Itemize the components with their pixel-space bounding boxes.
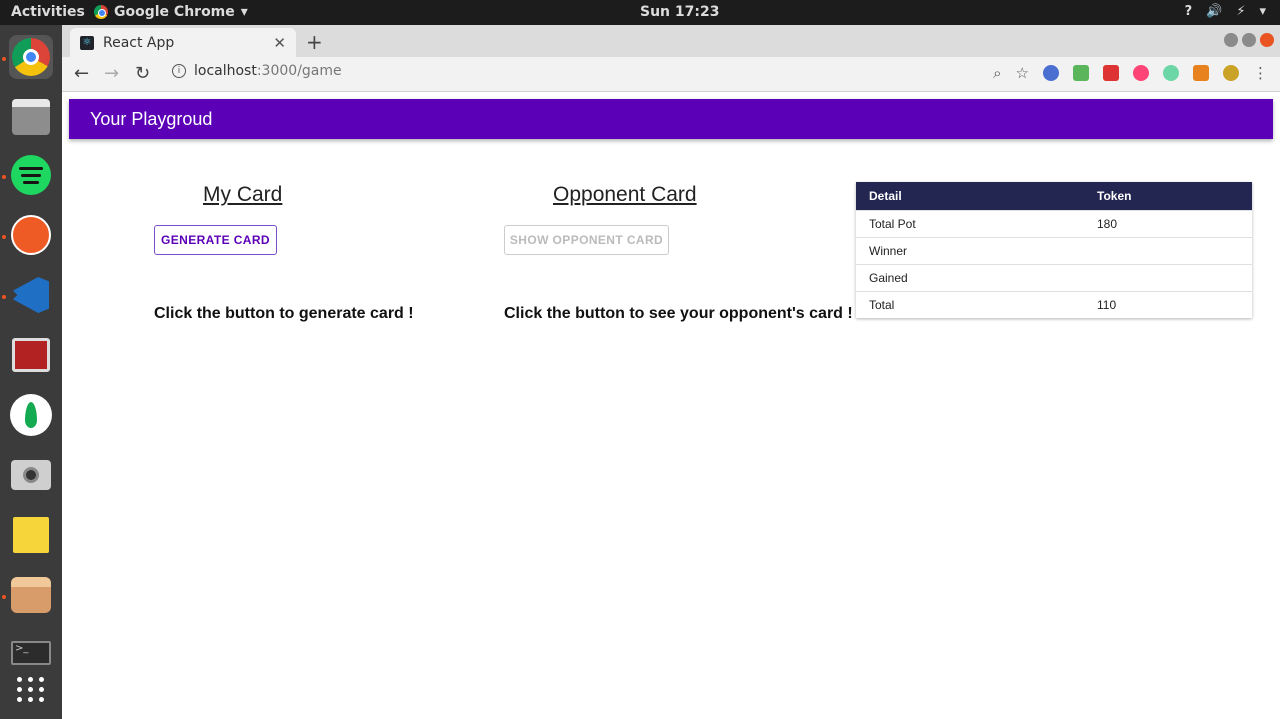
detail-cell: Total [869,298,895,312]
browser-tab[interactable]: ⚛ React App ✕ [70,28,296,57]
volume-icon[interactable]: 🔊 [1206,4,1222,19]
battery-icon[interactable]: ⚡ [1236,4,1245,19]
window-controls [1224,33,1274,47]
show-apps-icon[interactable] [9,667,53,711]
toolbar-actions: ⌕ ☆ ⋮ [993,64,1268,82]
files-icon[interactable] [9,95,53,139]
chrome-logo-icon [12,38,50,76]
tab-close-icon[interactable]: ✕ [273,34,286,52]
forward-arrow-icon[interactable]: → [104,63,119,84]
table-row: Gained [856,264,1252,291]
chevron-down-icon: ▾ [240,4,248,20]
table-header: Detail Token [856,182,1252,210]
notes-icon[interactable] [9,513,53,557]
help-icon[interactable]: ? [1185,4,1193,19]
show-opponent-card-button[interactable]: SHOW OPPONENT CARD [504,225,669,255]
app-icon[interactable] [9,573,53,617]
dock: >_ [0,25,62,719]
app-bar: Your Playgroud [69,99,1273,139]
maximize-icon[interactable] [1242,33,1256,47]
chrome-icon [94,5,108,19]
vscode-icon[interactable] [9,273,53,317]
terminal-app-icon[interactable] [9,333,53,377]
url-host: localhost [194,63,257,79]
token-cell: 110 [1097,298,1117,312]
detail-cell: Gained [869,271,908,285]
opponent-card-message: Click the button to see your opponent's … [504,305,853,322]
detail-cell: Winner [869,244,908,258]
system-top-bar: Activities Google Chrome ▾ Sun 17:23 ? 🔊… [0,0,1280,25]
tab-title: React App [103,34,175,51]
opponent-card-heading: Opponent Card [553,183,697,206]
profile-avatar[interactable] [1223,65,1239,81]
mongodb-icon[interactable] [9,393,53,437]
extension-2-icon[interactable] [1073,65,1089,81]
metamask-icon[interactable] [1193,65,1209,81]
column-header-detail: Detail [869,189,902,203]
running-indicator [2,57,6,61]
token-cell: 180 [1097,217,1118,231]
site-info-icon[interactable]: i [172,64,186,78]
table-row: Total Pot 180 [856,210,1252,237]
running-indicator [2,295,6,299]
browser-tab-strip: ⚛ React App ✕ + [62,25,1280,57]
web-page: Your Playgroud My Card GENERATE CARD Cli… [62,92,1280,719]
spotify-icon[interactable] [9,153,53,197]
extension-3-icon[interactable] [1103,65,1119,81]
table-row: Winner [856,237,1252,264]
camera-icon[interactable] [9,453,53,497]
table-row: Total 110 [856,291,1252,318]
new-tab-icon[interactable]: + [306,30,323,54]
chrome-dock-icon[interactable] [9,35,53,79]
column-header-token: Token [1097,189,1132,203]
generate-card-button[interactable]: GENERATE CARD [154,225,277,255]
extension-1-icon[interactable] [1043,65,1059,81]
extension-5-icon[interactable] [1163,65,1179,81]
app-menu-label: Google Chrome [114,4,235,20]
my-card-message: Click the button to generate card ! [154,305,414,322]
running-indicator [2,595,6,599]
reload-icon[interactable]: ↻ [135,63,150,84]
more-menu-icon[interactable]: ⋮ [1253,64,1268,82]
detail-cell: Total Pot [869,217,916,231]
url-path: :3000/game [256,63,342,79]
running-indicator [2,175,6,179]
minimize-icon[interactable] [1224,33,1238,47]
extension-4-icon[interactable] [1133,65,1149,81]
bookmark-star-icon[interactable]: ☆ [1016,64,1029,82]
system-menu-chevron-icon[interactable]: ▾ [1259,4,1266,19]
address-bar[interactable]: i localhost:3000/game [172,63,342,79]
app-menu[interactable]: Google Chrome ▾ [94,4,248,20]
my-card-heading: My Card [203,183,283,206]
app-title: Your Playgroud [90,109,213,129]
activities-button[interactable]: Activities [11,4,85,20]
react-favicon-icon: ⚛ [80,35,94,50]
close-window-icon[interactable] [1260,33,1274,47]
system-tray[interactable]: ? 🔊 ⚡ ▾ [1185,4,1266,19]
browser-toolbar: ← → ↻ i localhost:3000/game ⌕ ☆ ⋮ [62,57,1280,92]
clock[interactable]: Sun 17:23 [640,4,719,20]
back-arrow-icon[interactable]: ← [74,63,89,84]
postman-icon[interactable] [9,213,53,257]
running-indicator [2,235,6,239]
zoom-icon[interactable]: ⌕ [993,64,1001,82]
token-table: Detail Token Total Pot 180 Winner Gained… [856,182,1252,318]
